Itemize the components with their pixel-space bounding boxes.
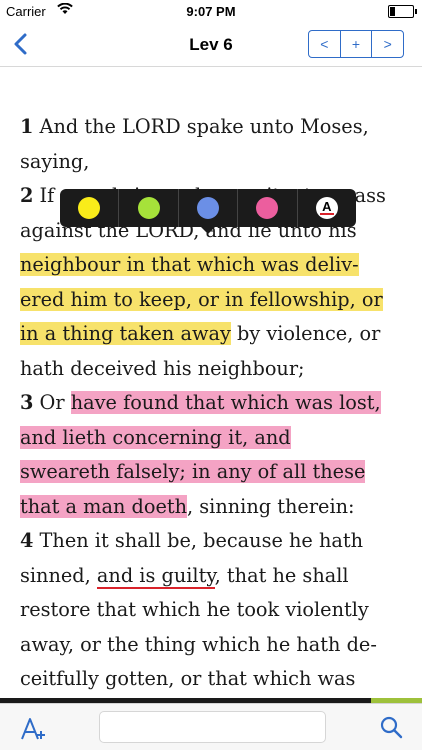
text-line: restore that which he took violently <box>20 598 369 621</box>
red-underline[interactable]: and is guilty <box>96 563 215 589</box>
text-line: and lieth concerning it, and <box>20 421 405 456</box>
green-swatch-icon <box>137 197 160 219</box>
verse-number: 1 <box>20 115 34 138</box>
text-line: saying, <box>20 149 90 173</box>
pink-highlight[interactable]: sweareth falsely; in any of all these <box>20 460 366 483</box>
pink-highlight[interactable]: and lieth concerning it, and <box>20 425 291 449</box>
highlight-pink-button[interactable] <box>237 189 296 227</box>
verse-number: 3 <box>20 391 34 414</box>
verse-number: 4 <box>20 529 34 552</box>
highlight-yellow-button[interactable] <box>60 189 118 227</box>
highlight-blue-button[interactable] <box>177 189 237 227</box>
search-input[interactable] <box>99 711 326 743</box>
text-line: that a man doeth, sinning therein: <box>20 494 355 518</box>
text-line: ered him to keep, or in fellowship, or <box>20 283 405 318</box>
status-bar: Carrier 9:07 PM <box>0 0 422 22</box>
pink-highlight[interactable]: that a man doeth <box>20 494 188 518</box>
text-line: away, or the thing which he hath de- <box>20 632 377 656</box>
chapter-nav-segmented-control: < + > <box>308 30 404 58</box>
text-underline-icon: A <box>315 197 338 219</box>
search-icon[interactable] <box>378 714 404 740</box>
add-bookmark-button[interactable]: + <box>339 31 372 57</box>
yellow-highlight[interactable]: ered him to keep, or in fellowship, or <box>20 287 383 311</box>
yellow-highlight[interactable]: in a thing taken away <box>20 322 231 345</box>
blue-swatch-icon <box>197 197 220 219</box>
navigation-bar: Lev 6 < + > <box>0 22 422 67</box>
font-size-icon[interactable] <box>18 714 48 744</box>
battery-icon <box>388 5 417 18</box>
text-line: ceitfully gotten, or that which was <box>20 667 356 690</box>
next-chapter-button[interactable]: > <box>371 31 403 57</box>
yellow-highlight[interactable]: neighbour in that which was deliv- <box>20 253 359 276</box>
text-line: 1 And the LORD spake unto Moses, <box>20 115 369 138</box>
popup-pointer <box>200 226 216 234</box>
pink-highlight[interactable]: have found that which was lost, <box>70 391 381 414</box>
highlight-color-menu: A <box>60 189 356 234</box>
bottom-toolbar <box>0 703 422 750</box>
text-line: 3 Or have found that which was lost, <box>20 391 381 414</box>
clock: 9:07 PM <box>186 4 236 19</box>
yellow-swatch-icon <box>78 197 101 219</box>
text-line: hath deceived his neighbour; <box>20 356 305 380</box>
pink-swatch-icon <box>256 197 279 219</box>
previous-chapter-button[interactable]: < <box>309 31 340 57</box>
text-style-button[interactable]: A <box>296 189 356 227</box>
text-line: 4 Then it shall be, because he hath <box>20 529 364 552</box>
text-line: sinned, and is guilty, that he shall <box>20 563 349 589</box>
text-line: neighbour in that which was deliv- <box>20 248 405 283</box>
text-line: sweareth falsely; in any of all these <box>20 455 405 490</box>
verse-number: 2 <box>20 184 34 207</box>
highlight-green-button[interactable] <box>118 189 177 227</box>
text-line: in a thing taken away by violence, or <box>20 322 381 345</box>
